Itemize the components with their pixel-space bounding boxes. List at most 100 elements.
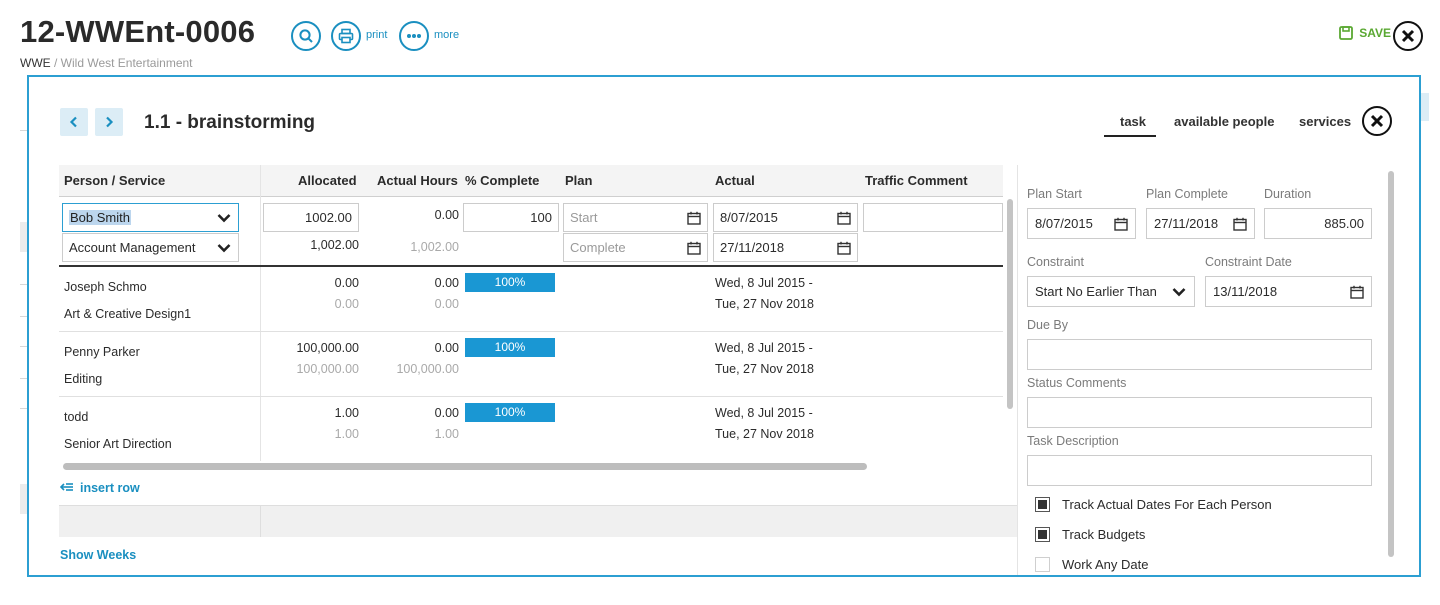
- print-button[interactable]: [331, 21, 361, 51]
- service-select[interactable]: Account Management: [62, 233, 239, 262]
- due-by-label: Due By: [1027, 318, 1068, 332]
- constraint-date-field[interactable]: 13/11/2018: [1205, 276, 1372, 307]
- traffic-comment-input[interactable]: [863, 203, 1003, 232]
- calendar-icon[interactable]: [837, 241, 851, 255]
- plan-start-input[interactable]: Start: [563, 203, 708, 232]
- column-header-percent-complete[interactable]: % Complete: [465, 173, 539, 188]
- constraint-date-value: 13/11/2018: [1213, 284, 1278, 299]
- checkbox-checked[interactable]: [1035, 527, 1050, 542]
- printer-icon: [338, 28, 354, 44]
- print-label[interactable]: print: [366, 29, 387, 41]
- row-service: Art & Creative Design1: [64, 307, 192, 321]
- close-job-button[interactable]: [1393, 21, 1423, 51]
- row-service: Senior Art Direction: [64, 437, 172, 451]
- constraint-date-label: Constraint Date: [1205, 255, 1292, 269]
- plan-complete-field[interactable]: 27/11/2018: [1146, 208, 1255, 239]
- next-task-button[interactable]: [95, 108, 123, 136]
- due-by-field[interactable]: [1027, 339, 1372, 370]
- allocated-total: 1,002.00: [310, 238, 359, 252]
- actual-complete-input[interactable]: 27/11/2018: [713, 233, 858, 262]
- allocated-input[interactable]: 1002.00: [263, 203, 359, 232]
- panel-vertical-scrollbar[interactable]: [1388, 171, 1394, 557]
- actual-start-input[interactable]: 8/07/2015: [713, 203, 858, 232]
- person-select[interactable]: Bob Smith: [62, 203, 239, 232]
- table-row[interactable]: Joseph Schmo Art & Creative Design1 0.00…: [59, 267, 1003, 331]
- row-allocated: 1.00: [334, 406, 359, 420]
- job-title: 12-WWEnt-0006: [20, 14, 256, 49]
- plan-start-field[interactable]: 8/07/2015: [1027, 208, 1136, 239]
- grid-vertical-scrollbar[interactable]: [1007, 199, 1013, 409]
- row-allocated-sub: 0.00: [334, 297, 359, 311]
- ellipsis-icon: [407, 34, 421, 38]
- percent-complete-input-value: 100: [530, 210, 552, 225]
- tab-services[interactable]: services: [1299, 114, 1351, 129]
- row-person[interactable]: Joseph Schmo: [64, 280, 147, 294]
- client-name[interactable]: Wild West Entertainment: [61, 56, 193, 70]
- calendar-icon[interactable]: [1233, 217, 1247, 231]
- chevron-down-icon: [217, 243, 231, 252]
- background-button: [1421, 93, 1429, 121]
- more-label[interactable]: more: [434, 29, 459, 41]
- column-header-allocated[interactable]: Allocated: [298, 173, 357, 188]
- constraint-select[interactable]: Start No Earlier Than: [1027, 276, 1195, 307]
- calendar-icon[interactable]: [837, 211, 851, 225]
- plan-complete-placeholder: Complete: [570, 240, 626, 255]
- progress-bar: 100%: [465, 403, 555, 422]
- breadcrumb-separator: /: [50, 56, 61, 70]
- plan-complete-input[interactable]: Complete: [563, 233, 708, 262]
- calendar-icon[interactable]: [687, 211, 701, 225]
- checkbox-checked[interactable]: [1035, 497, 1050, 512]
- close-icon: [1401, 29, 1415, 43]
- save-button[interactable]: SAVE: [1339, 26, 1391, 40]
- plan-start-placeholder: Start: [570, 210, 598, 225]
- row-allocated: 0.00: [334, 276, 359, 290]
- tab-available-people[interactable]: available people: [1174, 114, 1274, 129]
- status-comments-field[interactable]: [1027, 397, 1372, 428]
- checkbox-unchecked[interactable]: [1035, 557, 1050, 572]
- row-person[interactable]: todd: [64, 410, 88, 424]
- row-dates-start: Wed, 8 Jul 2015 -: [715, 406, 813, 420]
- chevron-down-icon: [1172, 287, 1186, 296]
- calendar-icon[interactable]: [1114, 217, 1128, 231]
- row-allocated-sub: 100,000.00: [296, 362, 359, 376]
- calendar-icon[interactable]: [1350, 285, 1364, 299]
- task-description-field[interactable]: [1027, 455, 1372, 486]
- column-header-traffic-comment[interactable]: Traffic Comment: [865, 173, 968, 188]
- table-row[interactable]: Penny Parker Editing 100,000.00 100,000.…: [59, 332, 1003, 396]
- row-dates-end: Tue, 27 Nov 2018: [715, 297, 814, 311]
- work-any-date-checkbox[interactable]: Work Any Date: [1035, 557, 1148, 572]
- row-dates-start: Wed, 8 Jul 2015 -: [715, 276, 813, 290]
- row-actual-hours-sub: 100,000.00: [396, 362, 459, 376]
- column-header-plan[interactable]: Plan: [565, 173, 592, 188]
- column-header-actual[interactable]: Actual: [715, 173, 755, 188]
- insert-row-button[interactable]: insert row: [60, 481, 140, 495]
- previous-task-button[interactable]: [60, 108, 88, 136]
- show-weeks-link[interactable]: Show Weeks: [60, 548, 136, 562]
- task-description-label: Task Description: [1027, 434, 1119, 448]
- actual-complete-value: 27/11/2018: [720, 240, 785, 255]
- constraint-value: Start No Earlier Than: [1035, 284, 1157, 299]
- row-person[interactable]: Penny Parker: [64, 345, 140, 359]
- plan-start-label: Plan Start: [1027, 187, 1082, 201]
- tab-task[interactable]: task: [1120, 114, 1146, 129]
- duration-field[interactable]: 885.00: [1264, 208, 1372, 239]
- table-row[interactable]: todd Senior Art Direction 1.00 1.00 0.00…: [59, 397, 1003, 461]
- task-title: 1.1 - brainstorming: [144, 112, 316, 133]
- track-budgets-checkbox[interactable]: Track Budgets: [1035, 527, 1145, 542]
- column-header-person-service[interactable]: Person / Service: [64, 173, 165, 188]
- close-task-button[interactable]: [1362, 106, 1392, 136]
- horizontal-scrollbar[interactable]: [63, 463, 867, 470]
- more-button[interactable]: [399, 21, 429, 51]
- calendar-icon[interactable]: [687, 241, 701, 255]
- percent-complete-input[interactable]: 100: [463, 203, 559, 232]
- allocated-input-value: 1002.00: [305, 210, 352, 225]
- track-budgets-label: Track Budgets: [1062, 527, 1146, 542]
- client-code[interactable]: WWE: [20, 56, 51, 70]
- row-allocated: 100,000.00: [296, 341, 359, 355]
- track-actual-dates-checkbox[interactable]: Track Actual Dates For Each Person: [1035, 497, 1272, 512]
- row-actual-hours-sub: 1.00: [434, 427, 459, 441]
- row-dates-start: Wed, 8 Jul 2015 -: [715, 341, 813, 355]
- search-button[interactable]: [291, 21, 321, 51]
- person-select-value: Bob Smith: [69, 210, 131, 225]
- column-header-actual-hours[interactable]: Actual Hours: [377, 173, 458, 188]
